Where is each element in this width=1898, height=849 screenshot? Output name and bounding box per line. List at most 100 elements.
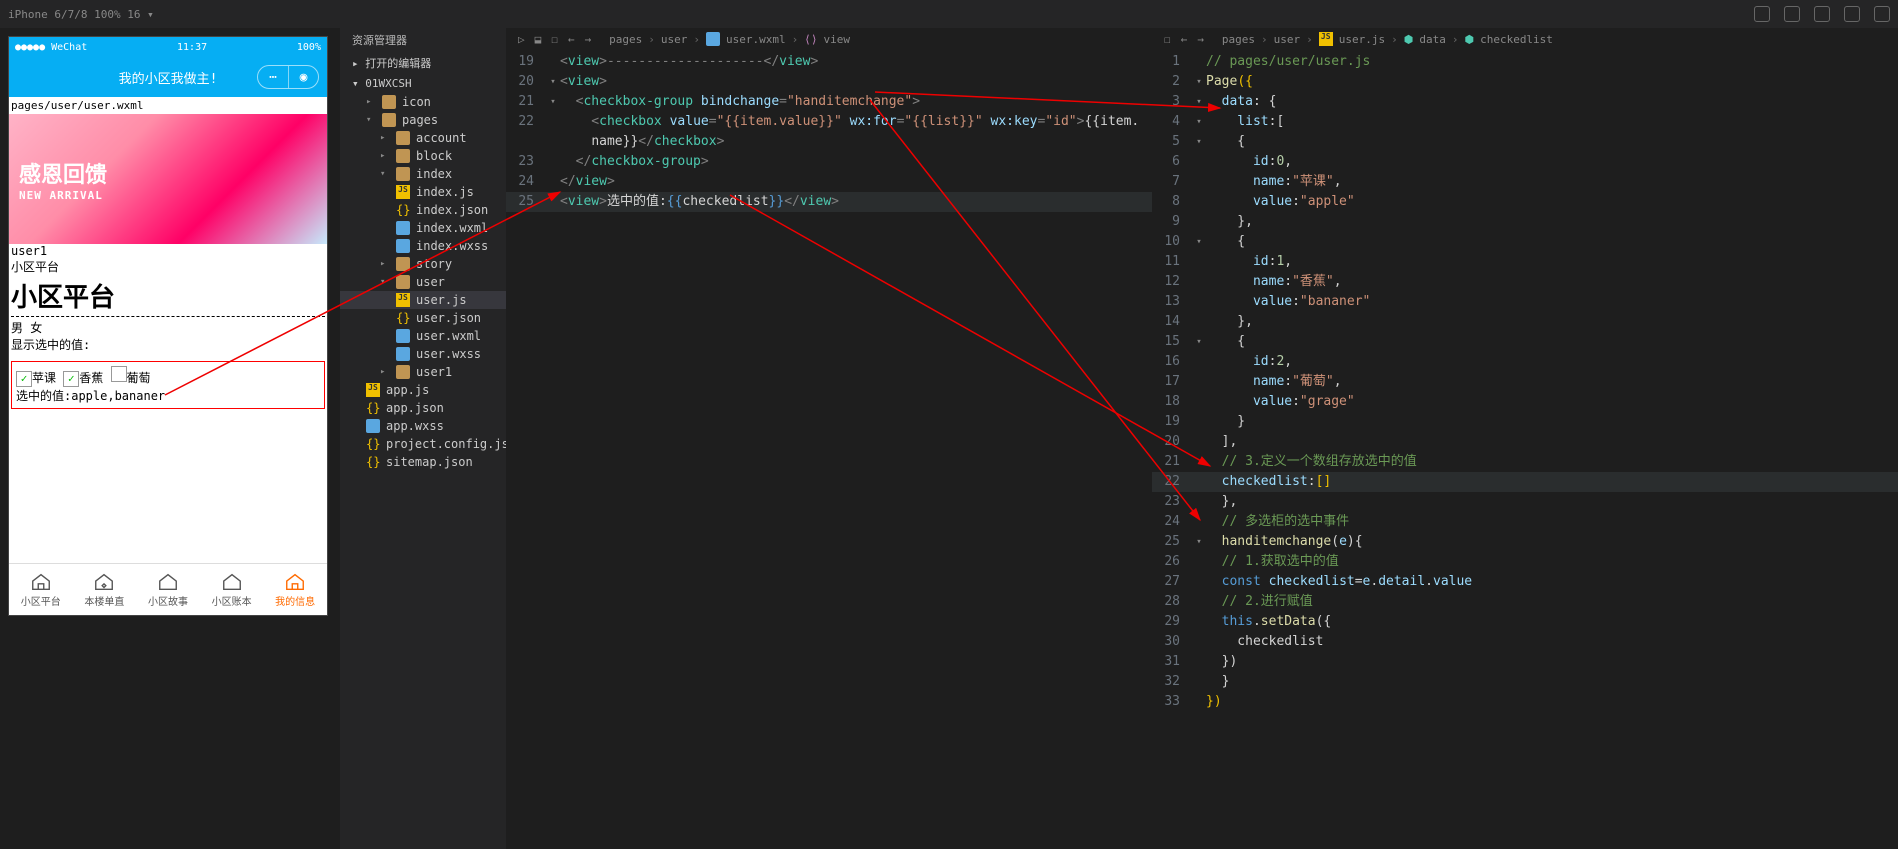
user-label: user1 bbox=[11, 244, 325, 258]
tab-profile[interactable]: 我的信息 bbox=[263, 564, 327, 615]
folder-account[interactable]: ▸account bbox=[340, 129, 506, 147]
file-index-js[interactable]: JSindex.js bbox=[340, 183, 506, 201]
editor-js: JSuser.js× ⫞ ⋯ ☐←→ pages› user› JSuser.j… bbox=[1152, 0, 1898, 849]
carrier-label: ●●●●● WeChat bbox=[15, 42, 87, 53]
file-app-wxss[interactable]: app.wxss bbox=[340, 417, 506, 435]
banner-subtitle: NEW ARRIVAL bbox=[19, 189, 107, 202]
wxss-icon bbox=[396, 239, 410, 253]
devtools-topbar: iPhone 6/7/8 100% 16 ▾ bbox=[0, 0, 1898, 28]
bookmark-icon[interactable]: ☐ bbox=[1164, 33, 1171, 46]
file-index-wxml[interactable]: index.wxml bbox=[340, 219, 506, 237]
folder-user1[interactable]: ▸user1 bbox=[340, 363, 506, 381]
file-sitemap[interactable]: {}sitemap.json bbox=[340, 453, 506, 471]
checkbox-group: ✓苹课 ✓香蕉 葡萄 选中的值:apple,bananer bbox=[11, 361, 325, 409]
sim-statusbar: ●●●●● WeChat 11:37 100% bbox=[9, 37, 327, 57]
editor-wxml: user.wxml× ⋯ ▷⬓☐←→ pages› user› user.wxm… bbox=[506, 0, 1152, 849]
checkbox-grape[interactable] bbox=[111, 366, 127, 382]
tab-account[interactable]: 小区账本 bbox=[200, 564, 264, 615]
folder-icon bbox=[382, 95, 396, 109]
file-app-js[interactable]: JSapp.js bbox=[340, 381, 506, 399]
battery-label: 100% bbox=[297, 42, 321, 53]
banner-title: 感恩回馈 bbox=[19, 157, 107, 189]
tab-story[interactable]: 小区故事 bbox=[136, 564, 200, 615]
wxss-icon bbox=[396, 347, 410, 361]
file-user-wxml[interactable]: user.wxml bbox=[340, 327, 506, 345]
cb-label-1: 苹课 bbox=[32, 371, 56, 385]
run-icon[interactable]: ▷ bbox=[518, 33, 525, 46]
workspace-root[interactable]: ▾ 01WXCSH bbox=[340, 74, 506, 93]
folder-story[interactable]: ▸story bbox=[340, 255, 506, 273]
cut-icon[interactable] bbox=[1814, 6, 1830, 22]
capsule-menu-icon[interactable]: ⋯ bbox=[258, 66, 288, 88]
compare-icon[interactable]: ⬓ bbox=[535, 33, 542, 46]
female-label: 女 bbox=[30, 321, 42, 335]
folder-icon-dir[interactable]: ▸icon bbox=[340, 93, 506, 111]
file-user-json[interactable]: {}user.json bbox=[340, 309, 506, 327]
gender-row: 男 女 bbox=[11, 319, 325, 336]
json-icon: {} bbox=[396, 203, 410, 217]
json-icon: {} bbox=[396, 311, 410, 325]
sim-tabbar: 小区平台 本楼单直 小区故事 小区账本 我的信息 bbox=[9, 563, 327, 615]
folder-icon bbox=[396, 275, 410, 289]
folder-icon bbox=[396, 149, 410, 163]
rotate-icon[interactable] bbox=[1754, 6, 1770, 22]
json-icon: {} bbox=[366, 455, 380, 469]
nav-title: 我的小区我做主! bbox=[119, 68, 218, 87]
folder-pages[interactable]: ▾pages bbox=[340, 111, 506, 129]
selected-values-text: 选中的值:apple,bananer bbox=[16, 387, 320, 404]
file-user-wxss[interactable]: user.wxss bbox=[340, 345, 506, 363]
cb-label-2: 香蕉 bbox=[79, 371, 103, 385]
nav-fwd-icon[interactable]: → bbox=[585, 33, 592, 46]
file-user-js[interactable]: JSuser.js bbox=[340, 291, 506, 309]
js-icon: JS bbox=[1319, 32, 1333, 46]
sim-navbar: 我的小区我做主! ⋯ ◉ bbox=[9, 57, 327, 97]
platform-small: 小区平台 bbox=[11, 258, 325, 275]
breadcrumb[interactable]: ☐←→ pages› user› JSuser.js› ⬢data› ⬢chec… bbox=[1152, 28, 1898, 50]
tab-platform[interactable]: 小区平台 bbox=[9, 564, 73, 615]
file-index-json[interactable]: {}index.json bbox=[340, 201, 506, 219]
nav-back-icon[interactable]: ← bbox=[568, 33, 575, 46]
folder-icon bbox=[396, 365, 410, 379]
js-icon: JS bbox=[396, 185, 410, 199]
bookmark-icon[interactable]: ☐ bbox=[551, 33, 558, 46]
code-area[interactable]: 19<view>--------------------</view> 20▾<… bbox=[506, 50, 1152, 214]
nav-fwd-icon[interactable]: → bbox=[1197, 33, 1204, 46]
back-icon[interactable] bbox=[1844, 6, 1860, 22]
folder-icon bbox=[382, 113, 396, 127]
opened-editors-header[interactable]: ▸ 打开的编辑器 bbox=[340, 52, 506, 74]
file-app-json[interactable]: {}app.json bbox=[340, 399, 506, 417]
capsule-buttons: ⋯ ◉ bbox=[257, 65, 319, 89]
topbar-actions bbox=[1754, 6, 1890, 22]
js-icon: JS bbox=[396, 293, 410, 307]
folder-block[interactable]: ▸block bbox=[340, 147, 506, 165]
clock-label: 11:37 bbox=[177, 42, 207, 53]
wxml-icon bbox=[396, 221, 410, 235]
cb-label-3: 葡萄 bbox=[127, 371, 151, 385]
simulator-panel: ●●●●● WeChat 11:37 100% 我的小区我做主! ⋯ ◉ pag… bbox=[8, 36, 328, 616]
home-icon[interactable] bbox=[1874, 6, 1890, 22]
file-project-config[interactable]: {}project.config.json bbox=[340, 435, 506, 453]
record-icon[interactable] bbox=[1784, 6, 1800, 22]
tab-building[interactable]: 本楼单直 bbox=[73, 564, 137, 615]
nav-back-icon[interactable]: ← bbox=[1181, 33, 1188, 46]
show-selected-label: 显示选中的值: bbox=[11, 336, 325, 353]
folder-index[interactable]: ▾index bbox=[340, 165, 506, 183]
folder-icon bbox=[396, 257, 410, 271]
checkbox-banana[interactable]: ✓ bbox=[63, 371, 79, 387]
platform-heading: 小区平台 bbox=[11, 277, 325, 314]
json-icon: {} bbox=[366, 437, 380, 451]
js-icon: JS bbox=[366, 383, 380, 397]
capsule-close-icon[interactable]: ◉ bbox=[288, 66, 318, 88]
code-area[interactable]: 1// pages/user/user.js 2▾Page({ 3▾ data:… bbox=[1152, 50, 1898, 714]
json-icon: {} bbox=[366, 401, 380, 415]
checkbox-apple[interactable]: ✓ bbox=[16, 371, 32, 387]
page-path-label: pages/user/user.wxml bbox=[9, 97, 327, 114]
wxml-icon bbox=[396, 329, 410, 343]
folder-user[interactable]: ▾user bbox=[340, 273, 506, 291]
file-index-wxss[interactable]: index.wxss bbox=[340, 237, 506, 255]
explorer-panel: ≡ ⌕ ⋯ 资源管理器 ▸ 打开的编辑器 ▾ 01WXCSH ▸icon ▾pa… bbox=[340, 0, 506, 849]
wxml-icon bbox=[706, 32, 720, 46]
breadcrumb[interactable]: ▷⬓☐←→ pages› user› user.wxml› ⟨⟩view bbox=[506, 28, 1152, 50]
wxss-icon bbox=[366, 419, 380, 433]
device-selector[interactable]: iPhone 6/7/8 100% 16 ▾ bbox=[8, 8, 154, 21]
